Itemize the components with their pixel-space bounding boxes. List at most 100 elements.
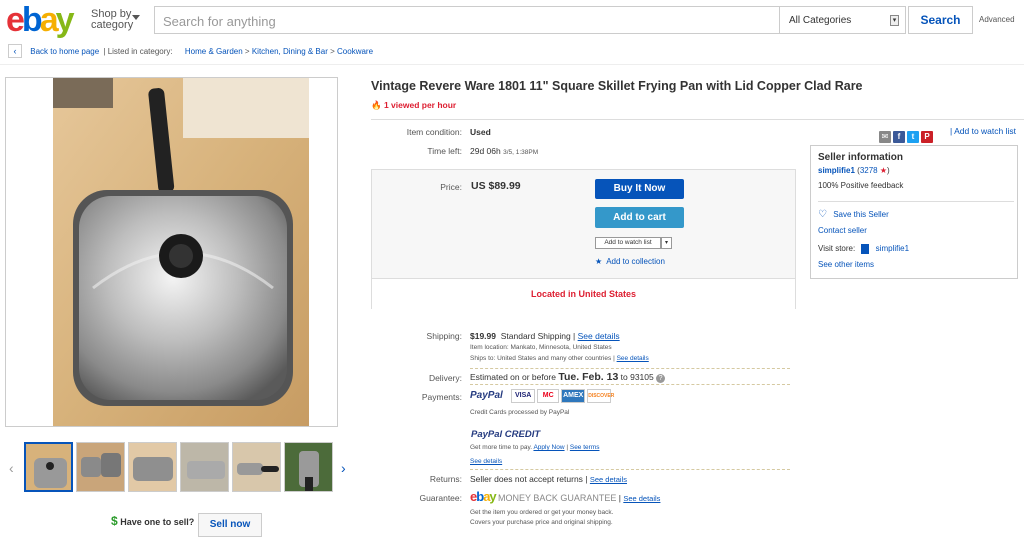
breadcrumb-cookware[interactable]: Cookware (337, 47, 373, 56)
divider (0, 64, 1024, 65)
item-location: Item location: Mankato, Minnesota, Unite… (470, 344, 612, 351)
chevron-down-icon (132, 15, 140, 20)
delivery-estimate: Estimated on or before Tue. Feb. 13 to 9… (470, 371, 666, 383)
price-box: Price: US $89.99 Buy It Now Add to cart … (371, 169, 796, 309)
divider (470, 368, 790, 369)
buy-it-now-button[interactable]: Buy It Now (595, 179, 684, 199)
breadcrumb: ‹ Back to home page | Listed in category… (8, 44, 373, 59)
dropdown-arrow-icon: ▾ (890, 15, 899, 26)
viewed-per-hour: 🔥 1 viewed per hour (371, 100, 457, 110)
time-left-value: 29d 06h 3/5, 1:38PM (470, 146, 539, 156)
location-notice: Located in United States (372, 278, 795, 309)
back-arrow-icon[interactable]: ‹ (8, 44, 22, 58)
payment-icons: PayPal VISA MC AMEX DISCOVER (470, 389, 614, 403)
delivery-label: Delivery: (428, 373, 462, 383)
facebook-icon[interactable]: f (893, 131, 905, 143)
paypal-logo: PayPal (470, 390, 503, 402)
search-button[interactable]: Search (908, 6, 973, 34)
seller-info-panel: Seller information simplifie1 (3278 ★) 1… (810, 145, 1018, 279)
paypal-credit-logo: PayPal CREDIT (471, 429, 541, 440)
credit-processed: Credit Cards processed by PayPal (470, 409, 570, 416)
thumbnail-4[interactable] (180, 442, 229, 492)
divider (371, 119, 1024, 120)
have-one-to-sell: $ Have one to sell? (111, 514, 195, 528)
save-seller-link[interactable]: ♡ Save this Seller (818, 209, 889, 220)
price-label: Price: (440, 182, 462, 192)
category-select[interactable]: All Categories ▾ (779, 6, 906, 34)
positive-feedback: 100% Positive feedback (818, 181, 904, 190)
guarantee-row: ebay MONEY BACK GUARANTEE | See details (470, 489, 661, 504)
chevron-down-icon[interactable]: ▾ (661, 237, 672, 249)
mastercard-icon: MC (537, 389, 560, 403)
heart-icon: ♡ (818, 209, 827, 220)
twitter-icon[interactable]: t (907, 131, 919, 143)
thumbnail-1[interactable] (24, 442, 73, 492)
main-product-image[interactable] (53, 78, 309, 426)
seller-info-title: Seller information (818, 152, 904, 163)
thumbnail-3[interactable] (128, 442, 177, 492)
ships-to-see-details[interactable]: See details (617, 355, 649, 362)
add-to-watch-list-link[interactable]: | Add to watch list (950, 126, 1016, 136)
paypal-credit-row: Get more time to pay. Apply Now | See te… (470, 444, 600, 451)
shipping-see-details[interactable]: See details (578, 331, 620, 341)
payments-see-details[interactable]: See details (470, 458, 502, 465)
star-icon: ★ (595, 257, 603, 266)
ebay-logo[interactable]: ebay (6, 2, 75, 38)
add-to-watch-list-button[interactable]: Add to watch list (595, 237, 661, 249)
thumbnail-6[interactable] (284, 442, 333, 492)
guarantee-line2: Covers your purchase price and original … (470, 519, 613, 526)
returns-see-details[interactable]: See details (590, 475, 627, 484)
ebay-mbg-logo: ebay (470, 489, 497, 504)
payments-label: Payments: (421, 392, 462, 402)
see-terms-link[interactable]: See terms (570, 444, 600, 451)
add-to-cart-button[interactable]: Add to cart (595, 207, 684, 228)
ships-to: Ships to: United States and many other c… (470, 355, 649, 362)
feedback-score-link[interactable]: 3278 (860, 166, 878, 175)
chevron-right-icon[interactable]: › (341, 460, 346, 476)
seller-name-row: simplifie1 (3278 ★) (818, 166, 890, 175)
returns-value: Seller does not accept returns | See det… (470, 474, 627, 484)
guarantee-see-details[interactable]: See details (623, 494, 660, 503)
guarantee-line1: Get the item you ordered or get your mon… (470, 509, 614, 516)
visa-icon: VISA (511, 389, 536, 403)
visit-store-row: Visit store: simplifie1 (818, 244, 910, 254)
contact-seller-link[interactable]: Contact seller (818, 226, 867, 235)
add-to-collection-link[interactable]: ★ Add to collection (595, 257, 665, 266)
shop-by-category[interactable]: Shop by category (91, 9, 140, 31)
discover-icon: DISCOVER (587, 389, 614, 403)
guarantee-label: Guarantee: (419, 493, 462, 503)
thumbnail-strip: ‹ › (5, 442, 355, 494)
store-link[interactable]: simplifie1 (876, 244, 909, 253)
sell-now-button[interactable]: Sell now (198, 513, 262, 537)
divider (470, 384, 790, 385)
chevron-left-icon[interactable]: ‹ (9, 460, 14, 476)
email-icon[interactable]: ✉ (879, 131, 891, 143)
thumbnail-5[interactable] (232, 442, 281, 492)
item-condition-value: Used (470, 127, 491, 137)
flame-icon: 🔥 (371, 100, 382, 110)
price-value: US $89.99 (471, 180, 521, 192)
divider (470, 469, 790, 470)
share-icons: ✉ f t P (879, 126, 935, 144)
pinterest-icon[interactable]: P (921, 131, 933, 143)
header: ebay Shop by category Search for anythin… (0, 0, 1024, 40)
breadcrumb-home-garden[interactable]: Home & Garden (185, 47, 243, 56)
returns-label: Returns: (429, 474, 462, 484)
shipping-row: $19.99 Standard Shipping | See details (470, 331, 620, 341)
breadcrumb-kitchen[interactable]: Kitchen, Dining & Bar (252, 47, 328, 56)
advanced-search-link[interactable]: Advanced (979, 15, 1015, 24)
search-input[interactable]: Search for anything (154, 6, 779, 34)
back-to-home-link[interactable]: Back to home page (30, 47, 99, 56)
seller-name-link[interactable]: simplifie1 (818, 166, 855, 175)
thumbnail-2[interactable] (76, 442, 125, 492)
star-icon: ★ (879, 166, 888, 175)
amex-icon: AMEX (561, 389, 586, 403)
item-title: Vintage Revere Ware 1801 11" Square Skil… (371, 79, 863, 93)
shipping-label: Shipping: (426, 331, 462, 341)
item-condition-label: Item condition: (406, 127, 462, 137)
main-image-container[interactable] (5, 77, 338, 427)
info-icon[interactable]: ? (656, 374, 666, 383)
time-left-label: Time left: (427, 146, 462, 156)
apply-now-link[interactable]: Apply Now (533, 444, 564, 451)
see-other-items-link[interactable]: See other items (818, 260, 874, 269)
